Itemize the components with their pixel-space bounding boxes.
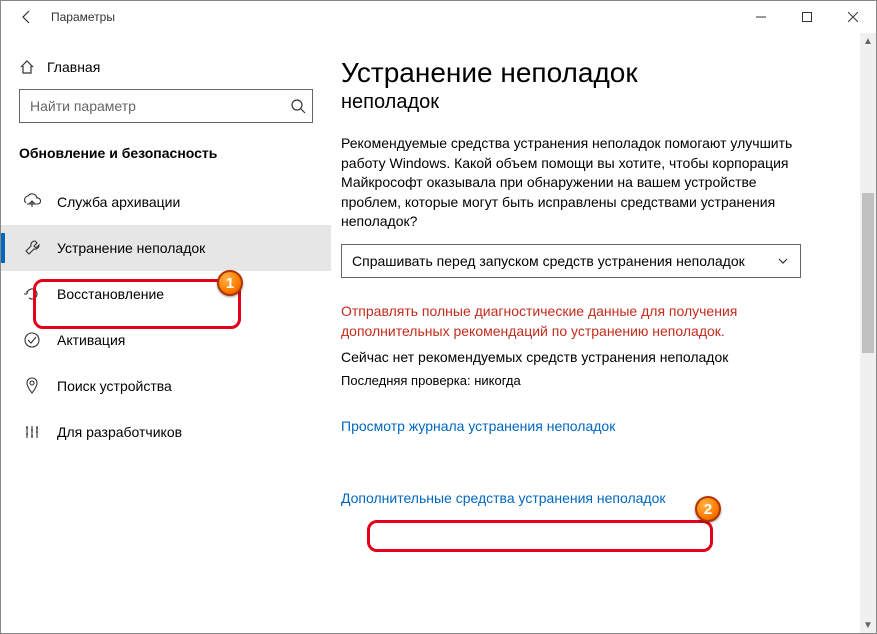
sidebar-home-label: Главная — [47, 59, 100, 75]
search-input[interactable]: Найти параметр — [19, 89, 313, 123]
sidebar-item-label: Активация — [57, 332, 125, 348]
close-button[interactable] — [830, 1, 876, 33]
sidebar-item-label: Служба архивации — [57, 194, 180, 210]
sidebar-item-label: Поиск устройства — [57, 378, 172, 394]
no-recommended-text: Сейчас нет рекомендуемых средств устране… — [341, 349, 848, 365]
sidebar-item-troubleshoot[interactable]: Устранение неполадок — [1, 225, 331, 271]
sidebar-item-label: Для разработчиков — [57, 424, 182, 440]
wrench-icon — [23, 239, 41, 257]
minimize-button[interactable] — [738, 1, 784, 33]
select-value: Спрашивать перед запуском средств устран… — [352, 253, 776, 269]
search-icon — [290, 98, 306, 114]
sidebar-item-findmydevice[interactable]: Поиск устройства — [1, 363, 331, 409]
recovery-icon — [23, 285, 41, 303]
home-icon — [19, 59, 35, 75]
sidebar-item-developers[interactable]: Для разработчиков — [1, 409, 331, 455]
sidebar-item-backup[interactable]: Служба архивации — [1, 179, 331, 225]
search-placeholder: Найти параметр — [30, 98, 290, 114]
last-check-text: Последняя проверка: никогда — [341, 373, 848, 388]
titlebar: Параметры — [1, 1, 876, 33]
view-history-link[interactable]: Просмотр журнала устранения неполадок — [341, 418, 848, 434]
sidebar: Главная Найти параметр Обновление и безо… — [1, 33, 331, 633]
settings-window: Параметры Главная Найти параметр — [0, 0, 877, 634]
developer-icon — [23, 423, 41, 441]
sidebar-item-recovery[interactable]: Восстановление — [1, 271, 331, 317]
back-button[interactable] — [9, 1, 45, 33]
scroll-up-arrow[interactable]: ▲ — [860, 33, 876, 49]
maximize-button[interactable] — [784, 1, 830, 33]
page-title: Устранение неполадок — [341, 57, 848, 89]
sidebar-nav: Служба архивации Устранение неполадок Во… — [1, 171, 331, 455]
sidebar-section-title: Обновление и безопасность — [1, 141, 331, 171]
window-title: Параметры — [51, 10, 115, 24]
content-pane: Устранение неполадок неполадок Рекоменду… — [331, 33, 876, 633]
sidebar-item-label: Устранение неполадок — [57, 240, 205, 256]
additional-troubleshooters-link[interactable]: Дополнительные средства устранения непол… — [341, 490, 666, 506]
sidebar-home[interactable]: Главная — [1, 51, 331, 89]
chevron-down-icon — [776, 254, 790, 268]
page-subtitle: неполадок — [341, 91, 848, 114]
vertical-scrollbar[interactable]: ▲ ▼ — [860, 33, 876, 633]
location-icon — [23, 377, 41, 395]
troubleshoot-preference-select[interactable]: Спрашивать перед запуском средств устран… — [341, 244, 801, 278]
backup-icon — [23, 193, 41, 211]
diagnostic-warning: Отправлять полные диагностические данные… — [341, 302, 811, 341]
intro-text: Рекомендуемые средства устранения непола… — [341, 134, 811, 232]
scroll-thumb[interactable] — [862, 193, 874, 353]
sidebar-item-label: Восстановление — [57, 286, 164, 302]
sidebar-item-activation[interactable]: Активация — [1, 317, 331, 363]
scroll-down-arrow[interactable]: ▼ — [860, 617, 876, 633]
activation-icon — [23, 331, 41, 349]
